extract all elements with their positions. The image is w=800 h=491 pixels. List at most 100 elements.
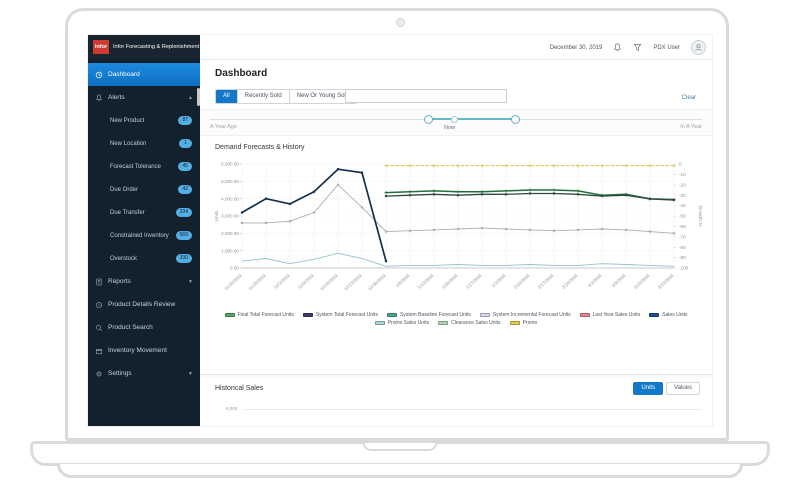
legend-label: Promo bbox=[522, 320, 538, 326]
legend-swatch bbox=[649, 313, 660, 317]
svg-text:6,000.00: 6,000.00 bbox=[221, 162, 239, 167]
infor-logo: infor bbox=[93, 40, 109, 54]
sidebar: Dashboard Alerts ▲ New Product 87 New Loca… bbox=[88, 60, 200, 426]
svg-text:-80: -80 bbox=[679, 245, 686, 250]
svg-text:12/16/2019: 12/16/2019 bbox=[319, 273, 339, 292]
svg-text:-60: -60 bbox=[679, 224, 686, 229]
sidebar-item-product-details-review[interactable]: Product Details Review bbox=[88, 293, 200, 316]
user-name[interactable]: PDX User bbox=[653, 45, 680, 51]
sidebar-alert-item[interactable]: Constrained Inventory 569 bbox=[88, 224, 200, 247]
svg-text:-20: -20 bbox=[679, 182, 686, 187]
sidebar-alert-item[interactable]: Due Order 42 bbox=[88, 178, 200, 201]
historical-sales-title: Historical Sales bbox=[215, 385, 264, 392]
svg-text:5,000.00: 5,000.00 bbox=[221, 179, 239, 184]
avatar[interactable] bbox=[691, 40, 706, 55]
svg-text:-40: -40 bbox=[679, 203, 686, 208]
alert-item-label: Due Order bbox=[110, 186, 139, 193]
bell-icon[interactable] bbox=[613, 43, 622, 52]
legend-item-last-year-sales-units: Last Year Sales Units bbox=[579, 312, 641, 318]
sidebar-alert-item[interactable]: New Product 87 bbox=[88, 109, 200, 132]
filter-button-all[interactable]: All bbox=[216, 90, 238, 103]
svg-text:12/9/2019: 12/9/2019 bbox=[297, 273, 315, 290]
units-button[interactable]: Units bbox=[633, 382, 664, 395]
sidebar-item-label: Product Search bbox=[108, 324, 153, 331]
svg-text:12/2/2019: 12/2/2019 bbox=[273, 273, 291, 290]
alert-item-label: Forecast Tolerance bbox=[110, 163, 161, 170]
sidebar-item-reports[interactable]: Reports ▼ bbox=[88, 270, 200, 293]
svg-text:-70: -70 bbox=[679, 234, 686, 239]
clear-link[interactable]: Clear bbox=[682, 95, 696, 101]
slider-handle-end[interactable] bbox=[511, 115, 520, 124]
svg-text:3/9/2020: 3/9/2020 bbox=[611, 273, 627, 289]
inventory-icon bbox=[95, 348, 103, 354]
legend-swatch bbox=[479, 313, 490, 317]
svg-text:11/25/2019: 11/25/2019 bbox=[247, 273, 267, 292]
search-input[interactable] bbox=[345, 89, 507, 103]
legend-label: System Baseline Forecast Units bbox=[399, 312, 471, 318]
legend-swatch bbox=[438, 321, 449, 325]
sidebar-item-settings[interactable]: Settings ▼ bbox=[88, 362, 200, 385]
svg-text:3/2/2020: 3/2/2020 bbox=[587, 273, 603, 289]
webcam-dot bbox=[396, 18, 405, 27]
brand-header: infor Infor Forecasting & Replenishment bbox=[88, 35, 200, 60]
sidebar-item-product-search[interactable]: Product Search bbox=[88, 316, 200, 339]
sidebar-item-alerts[interactable]: Alerts ▲ bbox=[88, 86, 200, 109]
sidebar-item-dashboard[interactable]: Dashboard bbox=[88, 63, 200, 86]
sidebar-alert-item[interactable]: Due Transfer 234 bbox=[88, 201, 200, 224]
sidebar-alert-item[interactable]: New Location 1 bbox=[88, 132, 200, 155]
legend-item-clearance-sales-units: Clearance Sales Units bbox=[438, 320, 501, 326]
historical-gridline bbox=[244, 409, 702, 410]
app-topbar: infor Infor Forecasting & Replenishment … bbox=[88, 35, 712, 60]
legend-label: Sales Units bbox=[662, 312, 688, 318]
svg-text:1/20/2020: 1/20/2020 bbox=[441, 273, 459, 290]
alert-count-badge: 234 bbox=[175, 208, 192, 217]
svg-text:1/13/2020: 1/13/2020 bbox=[417, 273, 435, 290]
filter-icon[interactable] bbox=[633, 43, 642, 52]
filter-button-recently-sold[interactable]: Recently Sold bbox=[237, 90, 290, 103]
legend-swatch bbox=[579, 313, 590, 317]
laptop-hinge-notch bbox=[363, 443, 437, 451]
legend-item-system-total-forecast-units: System Total Forecast Units bbox=[302, 312, 378, 318]
legend-item-final-total-forecast-units: Final Total Forecast Units bbox=[224, 312, 294, 318]
slider-active-range bbox=[428, 118, 515, 120]
svg-text:12/30/2019: 12/30/2019 bbox=[367, 273, 387, 292]
slider-handle-start[interactable] bbox=[424, 115, 433, 124]
topbar-right-cluster: December 30, 2019 PDX User bbox=[550, 35, 706, 60]
alert-count-badge: 1 bbox=[179, 139, 192, 148]
svg-text:-50: -50 bbox=[679, 214, 686, 219]
alert-item-label: New Location bbox=[110, 140, 147, 147]
svg-text:1,000.00: 1,000.00 bbox=[221, 248, 239, 253]
section-divider bbox=[200, 374, 712, 378]
sidebar-alert-item[interactable]: Overstock 330 bbox=[88, 247, 200, 270]
historical-toggle: Units Values bbox=[633, 382, 700, 395]
page-title: Dashboard bbox=[215, 68, 268, 79]
app-screen: infor Infor Forecasting & Replenishment … bbox=[87, 34, 713, 427]
legend-label: System Total Forecast Units bbox=[315, 312, 378, 318]
svg-text:2/17/2020: 2/17/2020 bbox=[537, 273, 555, 290]
svg-text:-100: -100 bbox=[679, 266, 689, 271]
sidebar-item-label: Reports bbox=[108, 278, 131, 285]
alert-item-label: Overstock bbox=[110, 255, 138, 262]
sidebar-item-label: Dashboard bbox=[108, 71, 140, 78]
filter-row: All Recently Sold New Or Young Sold bbox=[215, 89, 358, 104]
filter-segmented-control: All Recently Sold New Or Young Sold bbox=[215, 89, 358, 104]
svg-text:2/3/2020: 2/3/2020 bbox=[491, 273, 507, 289]
legend-label: System Incremental Forecast Units bbox=[492, 312, 571, 318]
svg-text:3,000.00: 3,000.00 bbox=[221, 214, 239, 219]
legend-item-system-baseline-forecast-units: System Baseline Forecast Units bbox=[386, 312, 471, 318]
app-title: Infor Forecasting & Replenishment bbox=[113, 44, 200, 50]
sidebar-item-inventory-movement[interactable]: Inventory Movement bbox=[88, 339, 200, 362]
sidebar-alert-item[interactable]: Forecast Tolerance 45 bbox=[88, 155, 200, 178]
values-button[interactable]: Values bbox=[666, 382, 700, 395]
laptop-base-bottom bbox=[57, 464, 743, 478]
legend-label: Last Year Sales Units bbox=[592, 312, 641, 318]
main-content: Dashboard All Recently Sold New Or Young S… bbox=[200, 60, 712, 426]
search-icon bbox=[95, 324, 103, 331]
chart-title: Demand Forecasts & History bbox=[215, 144, 305, 151]
legend-label: Promo Sales Units bbox=[387, 320, 430, 326]
legend-swatch bbox=[509, 321, 520, 325]
timeline-label-now: Now bbox=[444, 125, 456, 131]
date-picker[interactable]: December 30, 2019 bbox=[550, 45, 603, 51]
legend-item-sales-units: Sales Units bbox=[649, 312, 687, 318]
sidebar-item-label: Settings bbox=[108, 370, 132, 377]
